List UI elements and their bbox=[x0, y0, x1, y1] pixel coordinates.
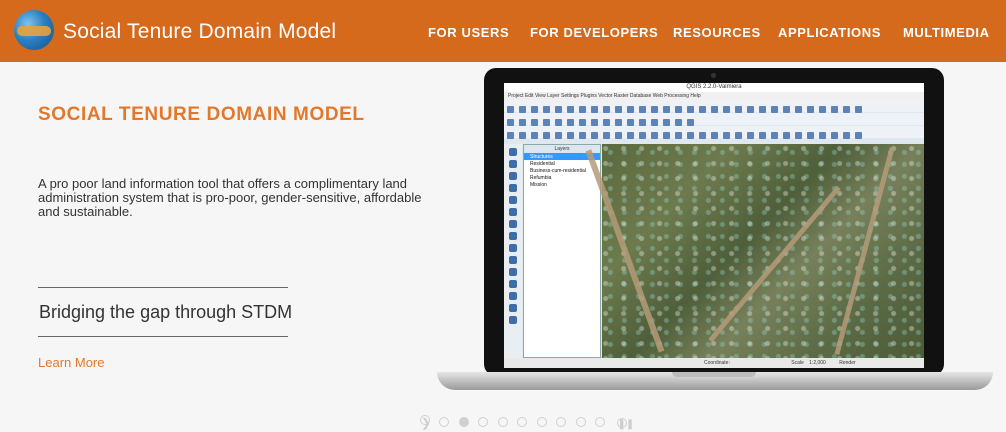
nav-for-developers[interactable]: FOR DEVELOPERS bbox=[530, 25, 658, 40]
carousel-dot-active[interactable] bbox=[458, 417, 469, 427]
divider-bottom bbox=[38, 336, 288, 337]
carousel-dot[interactable] bbox=[478, 417, 489, 427]
qgis-layers-panel: Layers Structures Residential Business-c… bbox=[523, 144, 601, 358]
layer-item: Refumbia bbox=[530, 175, 552, 181]
laptop-screen-frame: QGIS 2.2.0-Valmiera Project Edit View La… bbox=[484, 68, 944, 376]
qgis-toolbar-3 bbox=[504, 126, 924, 139]
qgis-window-title: QGIS 2.2.0-Valmiera bbox=[504, 83, 924, 92]
hero-title: SOCIAL TENURE DOMAIN MODEL bbox=[38, 104, 365, 125]
laptop-notch bbox=[672, 372, 756, 377]
status-render-label: Render bbox=[839, 360, 856, 366]
qgis-toolbar-2 bbox=[504, 113, 924, 126]
nav-multimedia[interactable]: MULTIMEDIA bbox=[903, 25, 990, 40]
carousel-dot[interactable] bbox=[439, 417, 450, 427]
carousel-dot[interactable] bbox=[575, 417, 586, 427]
qgis-toolbar-1 bbox=[504, 100, 924, 113]
qgis-left-toolbar bbox=[504, 144, 522, 358]
carousel-dot[interactable] bbox=[497, 417, 508, 427]
divider-top bbox=[38, 287, 288, 288]
hero-tagline: Bridging the gap through STDM bbox=[39, 302, 293, 322]
learn-more-link[interactable]: Learn More bbox=[38, 355, 104, 370]
satellite-map-view bbox=[585, 144, 924, 358]
carousel-dot[interactable] bbox=[517, 417, 528, 427]
layer-item: Business-cum-residential bbox=[530, 168, 586, 174]
pause-icon[interactable]: ❚❚ bbox=[616, 418, 634, 430]
qgis-menu-bar: Project Edit View Layer Settings Plugins… bbox=[504, 92, 924, 100]
nav-applications[interactable]: APPLICATIONS bbox=[778, 25, 881, 40]
carousel-controls: ❯ ❚❚ bbox=[420, 414, 634, 432]
hero-description: A pro poor land information tool that of… bbox=[38, 176, 422, 219]
status-coordinate-label: Coordinate: bbox=[704, 360, 730, 366]
carousel-dot[interactable] bbox=[556, 417, 567, 427]
qgis-status-bar: Coordinate: Scale 1:2,000 Render bbox=[504, 358, 924, 368]
map-road bbox=[708, 185, 841, 343]
carousel-dot[interactable] bbox=[595, 417, 606, 427]
globe-logo-icon[interactable] bbox=[14, 10, 54, 50]
qgis-screenshot: QGIS 2.2.0-Valmiera Project Edit View La… bbox=[504, 83, 924, 368]
carousel-dot[interactable] bbox=[536, 417, 547, 427]
layer-item: Mission bbox=[530, 182, 547, 188]
camera-dot bbox=[711, 73, 716, 78]
nav-for-users[interactable]: FOR USERS bbox=[428, 25, 509, 40]
brand-title[interactable]: Social Tenure Domain Model bbox=[63, 20, 336, 44]
top-navigation-bar: Social Tenure Domain Model FOR USERS FOR… bbox=[0, 0, 1006, 62]
status-scale-value: 1:2,000 bbox=[809, 360, 826, 366]
map-road bbox=[834, 146, 895, 356]
prev-arrow-icon[interactable]: ❯ bbox=[420, 415, 431, 430]
status-scale-label: Scale bbox=[791, 360, 804, 366]
nav-resources[interactable]: RESOURCES bbox=[673, 25, 761, 40]
